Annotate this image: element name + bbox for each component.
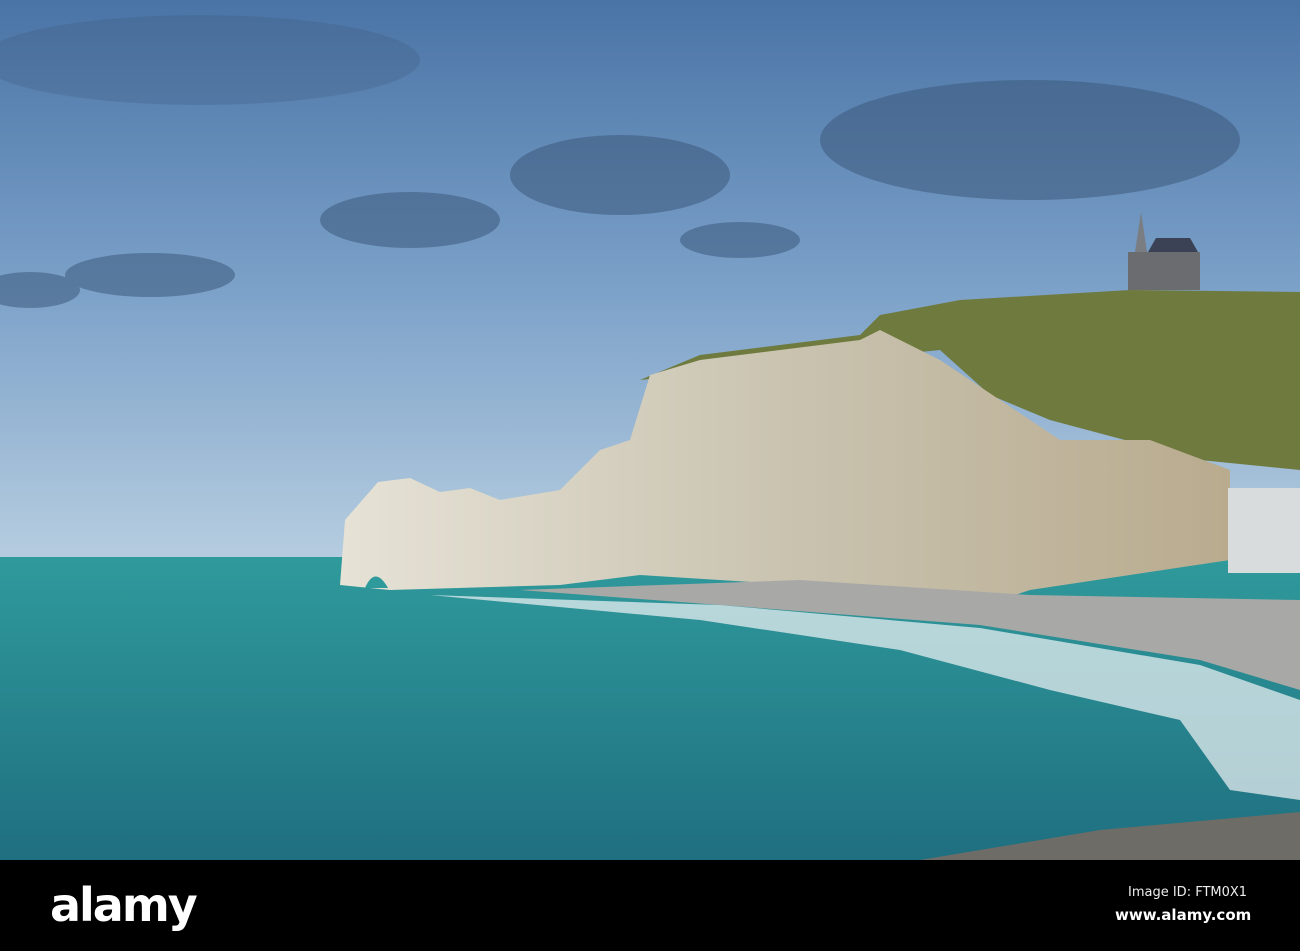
building	[1228, 488, 1300, 573]
photograph	[0, 0, 1300, 860]
alamy-logo: alamy	[50, 878, 198, 932]
site-url: www.alamy.com	[1115, 906, 1252, 924]
image-id: Image ID: FTM0X1	[1128, 885, 1248, 900]
